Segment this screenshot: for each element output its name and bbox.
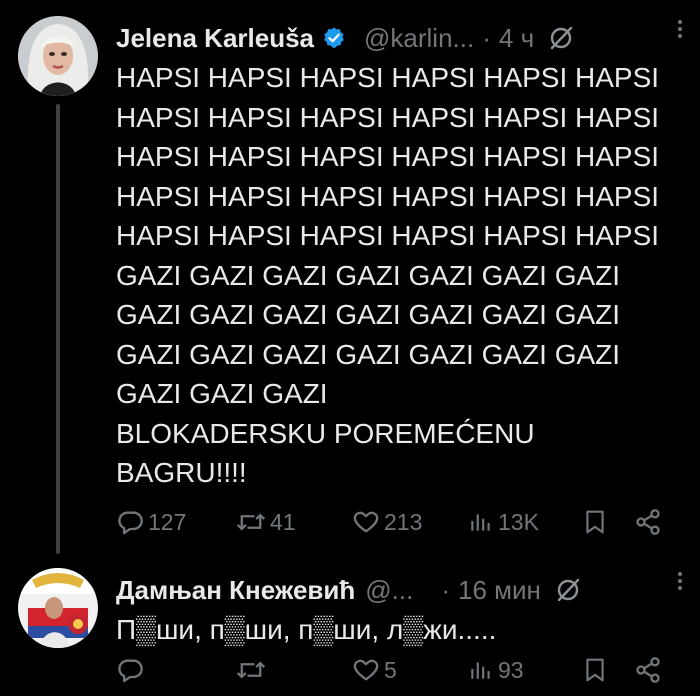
tweet-text-line: П▒ши, п▒ши, п▒ши, л▒жи..... [116,614,497,645]
author-name[interactable]: Дамњан Кнежевић [116,575,355,606]
views-button[interactable]: 13K [468,504,539,540]
grok-icon[interactable] [555,577,581,603]
bookmark-button[interactable] [582,504,608,540]
tweet-text-line: GAZI GAZI GAZI [116,378,328,409]
share-icon [634,508,662,536]
like-count: 213 [384,508,423,535]
timestamp[interactable]: 4 ч [499,23,534,54]
tweet-text-line: HAPSI HAPSI HAPSI HAPSI HAPSI HAPSI [116,141,660,172]
views-count: 13K [498,508,539,535]
author-name[interactable]: Jelena Karleuša [116,23,314,54]
tweet-header: Jelena Karleuša @karlin... · 4 ч [116,18,680,58]
more-icon[interactable] [668,560,692,600]
bookmark-icon [582,508,608,536]
tweet-text-line: BAGRU!!!! [116,457,247,488]
tweet-text-line: GAZI GAZI GAZI GAZI GAZI GAZI GAZI [116,338,621,370]
like-count: 5 [384,656,397,683]
reply-count: 127 [148,508,187,535]
like-button[interactable]: 213 [352,504,422,540]
tweet-text-line: HAPSI HAPSI HAPSI HAPSI HAPSI HAPSI [116,180,660,212]
tweet-text-line: HAPSI HAPSI HAPSI HAPSI HAPSI HAPSI [116,62,660,93]
tweet-text-line: GAZI GAZI GAZI GAZI GAZI GAZI GAZI [116,259,621,291]
more-icon[interactable] [668,8,692,48]
tweet[interactable]: Jelena Karleuša @karlin... · 4 ч HAPSI H… [0,0,700,554]
share-icon [634,656,662,684]
tweet-text-line: BLOKADERSKU POREMEĆENU [116,417,535,449]
heart-icon [352,508,380,536]
like-button[interactable]: 5 [352,652,397,688]
grok-icon[interactable] [548,25,574,51]
share-button[interactable] [634,504,662,540]
bookmark-icon [582,656,608,684]
heart-icon [352,656,380,684]
thread-connector-line [56,104,60,554]
tweet-header: Дамњан Кнежевић @... · 16 мин [116,570,680,610]
tweet-text-line: GAZI GAZI GAZI GAZI GAZI GAZI GAZI [116,299,621,330]
author-handle[interactable]: @... [365,575,413,606]
action-bar: 127 41 213 13K [116,504,676,540]
action-bar: 5 93 [116,652,676,688]
reply-button[interactable] [116,652,148,688]
tweet-text-line: HAPSI HAPSI HAPSI HAPSI HAPSI HAPSI [116,101,660,133]
repost-count: 41 [270,508,296,535]
repost-button[interactable]: 41 [236,504,296,540]
reply-icon [116,656,144,684]
views-count: 93 [498,656,524,683]
separator-dot: · [441,574,451,605]
views-icon [468,509,494,535]
separator-dot: · [482,22,491,53]
views-icon [468,657,494,683]
share-button[interactable] [634,652,662,688]
timestamp[interactable]: 16 мин [458,575,541,606]
tweet-text: П▒ши, п▒ши, п▒ши, л▒жи..... [116,610,686,650]
bookmark-button[interactable] [582,652,608,688]
verified-badge-icon [322,26,346,50]
avatar[interactable] [18,16,98,96]
author-handle[interactable]: @karlin... [364,23,474,54]
tweet-text: HAPSI HAPSI HAPSI HAPSI HAPSI HAPSI HAPS… [116,58,686,493]
repost-icon [236,656,266,684]
reply-icon [116,508,144,536]
views-button[interactable]: 93 [468,652,524,688]
repost-icon [236,508,266,536]
repost-button[interactable] [236,652,270,688]
tweet-text-line: HAPSI HAPSI HAPSI HAPSI HAPSI HAPSI [116,220,660,251]
avatar[interactable] [18,568,98,648]
tweet[interactable]: Дамњан Кнежевић @... · 16 мин П▒ши, п▒ши… [0,552,700,696]
reply-button[interactable]: 127 [116,504,186,540]
